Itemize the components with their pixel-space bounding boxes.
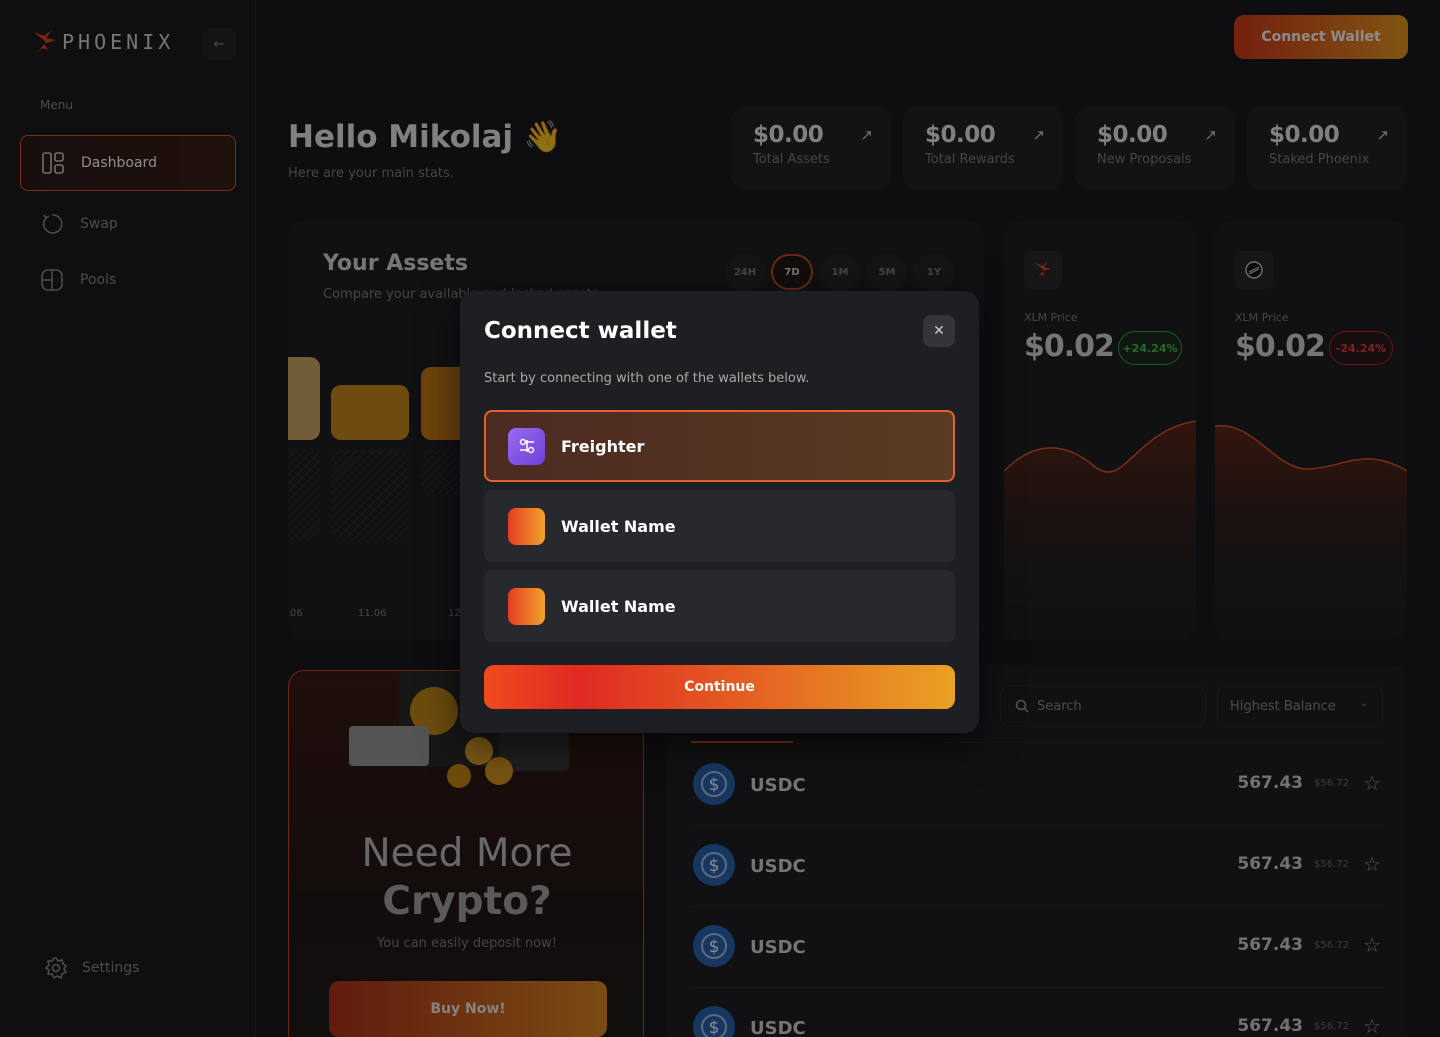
modal-title: Connect wallet <box>484 318 677 344</box>
wallet-name: Freighter <box>561 436 645 456</box>
close-button[interactable]: ✕ <box>923 315 955 347</box>
wallet-icon <box>508 587 545 625</box>
continue-button[interactable]: Continue <box>484 665 955 709</box>
freighter-icon <box>508 427 545 465</box>
wallet-name: Wallet Name <box>561 596 676 616</box>
wallet-icon <box>508 507 545 545</box>
wallet-name: Wallet Name <box>561 516 676 536</box>
connect-wallet-modal: Connect wallet ✕ Start by connecting wit… <box>460 291 979 733</box>
close-icon: ✕ <box>933 323 945 339</box>
wallet-option-freighter[interactable]: Freighter <box>484 410 955 482</box>
wallet-option[interactable]: Wallet Name <box>484 570 955 642</box>
modal-subtitle: Start by connecting with one of the wall… <box>484 371 810 386</box>
wallet-option[interactable]: Wallet Name <box>484 490 955 562</box>
